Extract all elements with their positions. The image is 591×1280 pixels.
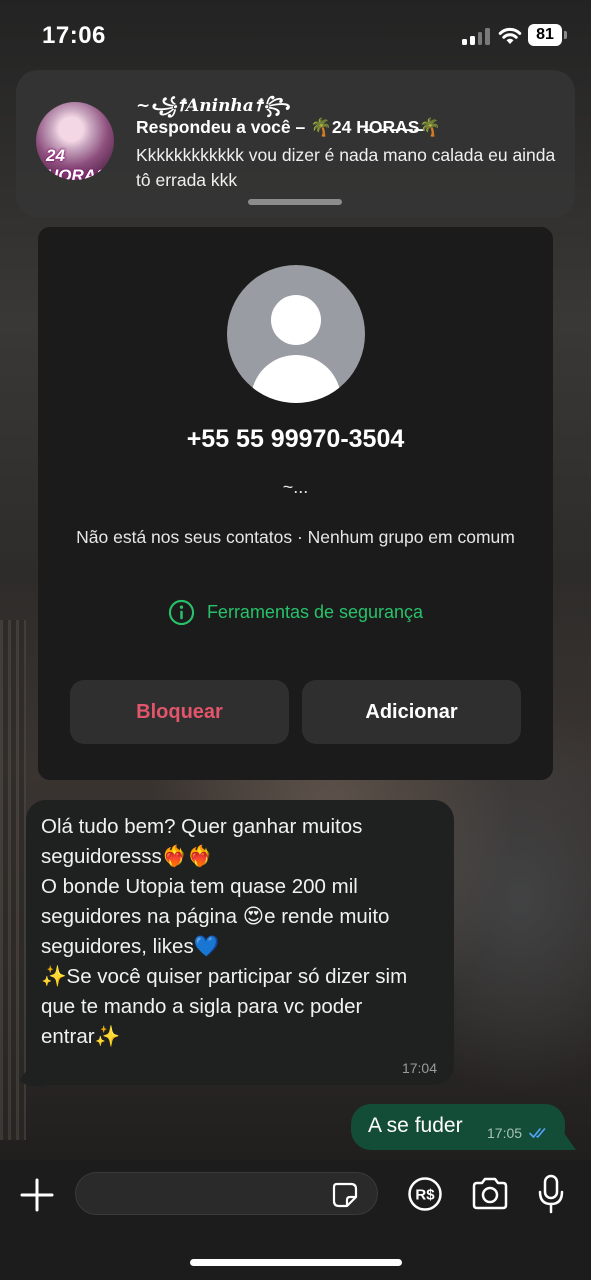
outgoing-message[interactable]: A se fuder 17:05 bbox=[351, 1104, 565, 1150]
plus-icon[interactable] bbox=[18, 1176, 56, 1214]
read-receipt-icon bbox=[529, 1128, 546, 1139]
pix-icon[interactable]: R$ bbox=[407, 1176, 443, 1212]
battery-tip bbox=[564, 31, 567, 39]
camera-icon[interactable] bbox=[470, 1176, 510, 1212]
incoming-message[interactable]: Olá tudo bem? Quer ganhar muitos seguido… bbox=[26, 800, 454, 1085]
notification-avatar: 24 HORAS bbox=[36, 102, 114, 180]
info-icon bbox=[168, 599, 195, 626]
home-indicator[interactable] bbox=[190, 1259, 402, 1266]
safety-tools-link[interactable]: Ferramentas de segurança bbox=[38, 599, 553, 626]
pix-label: R$ bbox=[415, 1187, 435, 1204]
message-notification[interactable]: 24 HORAS ~꧁☨︎𝑨𝒏𝒊𝒏𝒉𝒂☨︎꧂ Respondeu a você … bbox=[16, 70, 575, 218]
safety-tools-label: Ferramentas de segurança bbox=[206, 602, 424, 622]
contact-push-name: ~... bbox=[282, 477, 309, 497]
message-time: 17:05 bbox=[487, 1125, 523, 1141]
wallpaper-detail bbox=[0, 620, 26, 1140]
message-text: A se fuder bbox=[368, 1114, 463, 1137]
notification-subtitle: Respondeu a você – 🌴24 H̶O̶R̶A̶S̶🌴 bbox=[136, 117, 442, 137]
microphone-icon[interactable] bbox=[537, 1174, 565, 1214]
status-time: 17:06 bbox=[42, 22, 106, 49]
default-avatar-icon bbox=[227, 265, 365, 403]
battery-icon: 81 bbox=[528, 24, 562, 46]
block-button[interactable]: Bloquear bbox=[70, 680, 289, 744]
unknown-contact-card: +55 55 99970-3504 ~... Não está nos seus… bbox=[38, 227, 553, 780]
status-bar: 17:06 81 bbox=[0, 0, 591, 70]
signal-icon bbox=[462, 27, 490, 45]
notification-body: Kkkkkkkkkkkk vou dizer é nada mano calad… bbox=[136, 145, 556, 190]
notification-handle[interactable] bbox=[248, 199, 342, 205]
avatar-label: 24 HORAS bbox=[46, 146, 108, 180]
message-time: 17:04 bbox=[401, 1060, 437, 1076]
sticker-icon[interactable] bbox=[331, 1181, 359, 1209]
add-contact-button[interactable]: Adicionar bbox=[302, 680, 521, 744]
battery-level: 81 bbox=[536, 26, 554, 43]
wifi-icon bbox=[498, 27, 522, 44]
contact-phone-number: +55 55 99970-3504 bbox=[186, 425, 405, 453]
message-text: Olá tudo bem? Quer ganhar muitos seguido… bbox=[41, 815, 408, 1048]
contact-info-text: Não está nos seus contatos · Nenhum grup… bbox=[76, 527, 515, 547]
message-input[interactable] bbox=[75, 1172, 378, 1215]
